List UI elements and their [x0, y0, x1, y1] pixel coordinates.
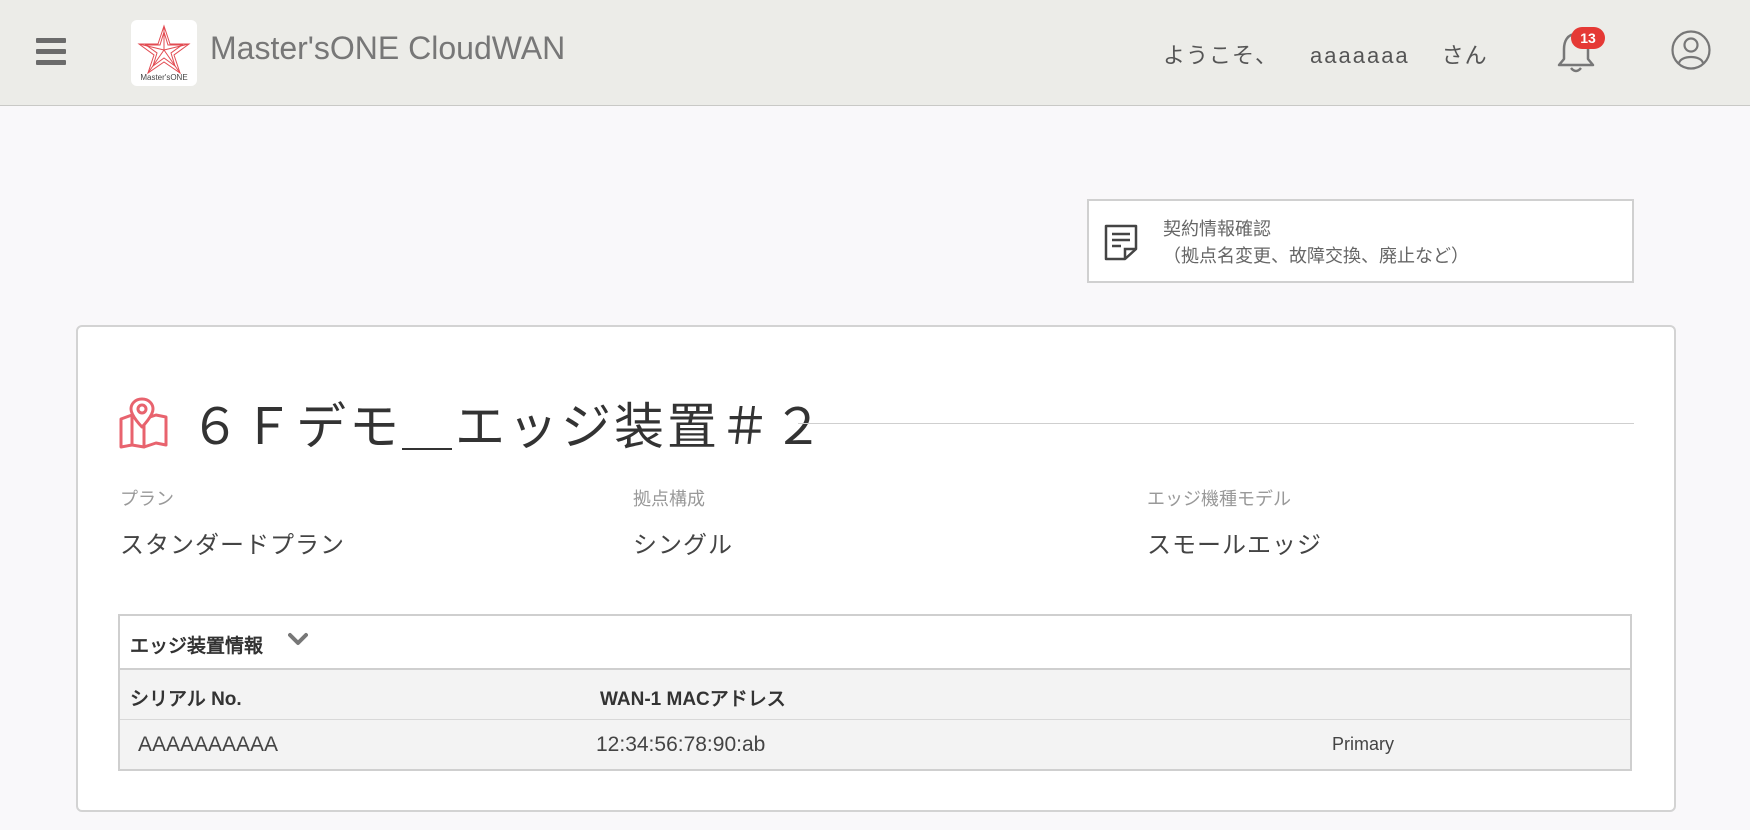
info-value: スタンダードプラン [120, 531, 345, 559]
contract-info-button[interactable]: 契約情報確認 （拠点名変更、故障交換、廃止など） [1087, 199, 1634, 283]
mac-address: 12:34:56:78:90:ab [596, 733, 766, 756]
user-account-icon[interactable] [1671, 30, 1711, 70]
contract-button-sublabel: （拠点名変更、故障交換、廃止など） [1163, 246, 1469, 267]
table-header: シリアル No. WAN-1 MACアドレス [120, 670, 1630, 720]
contract-button-label: 契約情報確認 [1163, 219, 1271, 240]
info-edge-model: エッジ機種モデル スモールエッジ [1147, 485, 1322, 560]
welcome-suffix: さん [1441, 44, 1488, 69]
column-header-serial: シリアル No. [130, 689, 242, 710]
device-role: Primary [1332, 734, 1394, 754]
info-label: エッジ機種モデル [1147, 489, 1291, 510]
map-pin-icon [119, 397, 168, 449]
welcome-prefix: ようこそ、 [1163, 44, 1279, 69]
hamburger-menu-icon[interactable] [36, 38, 66, 66]
app-logo[interactable]: Master'sONE [131, 20, 197, 86]
info-label: 拠点構成 [633, 489, 705, 510]
top-header: Master'sONE Master'sONE CloudWAN ようこそ、 aa… [0, 0, 1750, 106]
logo-text: Master'sONE [140, 73, 188, 82]
info-plan: プラン スタンダードプラン [120, 485, 345, 560]
site-card: ６Ｆデモ＿エッジ装置＃２ プラン スタンダードプラン 拠点構成 シングル エッジ… [76, 325, 1676, 812]
notification-badge[interactable]: 13 [1571, 27, 1605, 49]
document-icon [1104, 224, 1138, 261]
title-divider [798, 423, 1634, 424]
edge-panel-title: エッジ装置情報 [130, 635, 264, 657]
serial-number: AAAAAAAAAA [138, 733, 279, 756]
app-title: Master'sONE CloudWAN [210, 30, 566, 66]
chevron-down-icon [288, 633, 308, 645]
info-site-config: 拠点構成 シングル [633, 485, 733, 560]
welcome-message: ようこそ、 aaaaaaa さん [1163, 38, 1488, 70]
column-header-mac: WAN-1 MACアドレス [600, 689, 786, 710]
star-logo-icon [137, 24, 191, 75]
username: aaaaaaa [1310, 43, 1410, 68]
table-row: AAAAAAAAAA 12:34:56:78:90:ab Primary [120, 720, 1630, 769]
info-label: プラン [120, 489, 174, 510]
info-value: シングル [633, 531, 733, 559]
edge-panel-toggle[interactable]: エッジ装置情報 [120, 616, 1630, 670]
edge-device-panel: エッジ装置情報 シリアル No. WAN-1 MACアドレス AAAAAAAAA… [118, 614, 1632, 771]
info-value: スモールエッジ [1147, 531, 1322, 559]
site-title: ６Ｆデモ＿エッジ装置＃２ [190, 398, 826, 456]
